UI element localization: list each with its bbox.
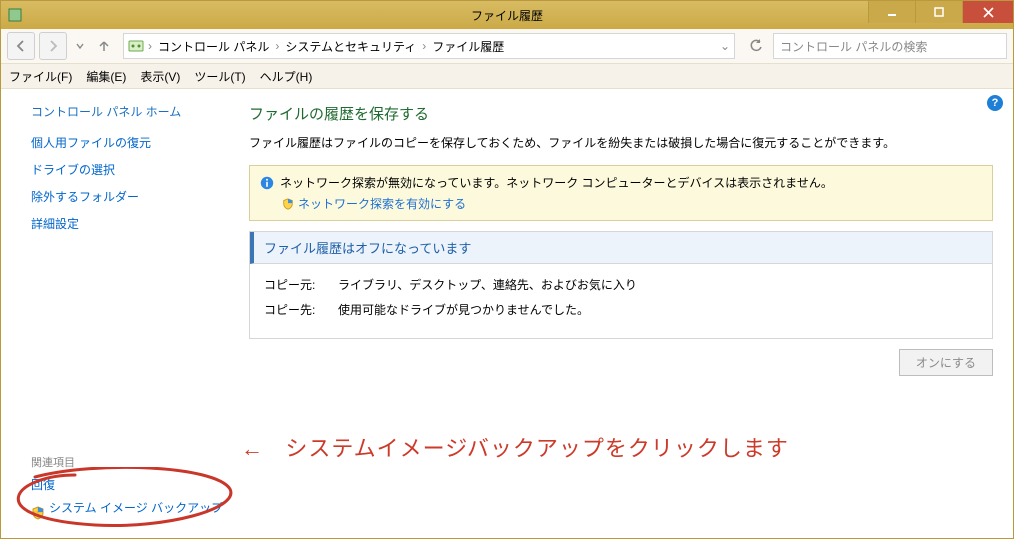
sidebar-item-select-drive[interactable]: ドライブの選択 (31, 161, 231, 178)
menu-file[interactable]: ファイル(F) (9, 68, 72, 85)
info-banner: ネットワーク探索が無効になっています。ネットワーク コンピューターとデバイスは表… (249, 165, 993, 221)
info-icon (260, 176, 274, 190)
turn-on-button[interactable]: オンにする (899, 349, 993, 376)
refresh-button[interactable] (743, 33, 769, 59)
annotation-label: システムイメージバックアップをクリックします (285, 436, 789, 461)
sidebar-item-restore[interactable]: 個人用ファイルの復元 (31, 134, 231, 151)
copy-to-label: コピー先: (264, 301, 320, 318)
maximize-button[interactable] (915, 1, 962, 23)
navbar: › コントロール パネル › システムとセキュリティ › ファイル履歴 ⌄ コン… (1, 29, 1013, 64)
annotation-text: ← システムイメージバックアップをクリックします (241, 431, 789, 463)
menu-view[interactable]: 表示(V) (140, 68, 180, 85)
body: コントロール パネル ホーム 個人用ファイルの復元 ドライブの選択 除外するフォ… (1, 89, 1013, 539)
crumb-file-history[interactable]: ファイル履歴 (430, 38, 506, 55)
address-dropdown-icon[interactable]: ⌄ (720, 39, 730, 53)
enable-network-discovery-link[interactable]: ネットワーク探索を有効にする (298, 195, 466, 212)
chevron-right-icon: › (148, 39, 152, 53)
breadcrumb[interactable]: › コントロール パネル › システムとセキュリティ › ファイル履歴 ⌄ (123, 33, 735, 59)
related-recovery[interactable]: 回復 (31, 476, 231, 493)
related-heading: 関連項目 (31, 454, 231, 470)
control-panel-icon (128, 38, 144, 54)
sidebar-item-exclude[interactable]: 除外するフォルダー (31, 188, 231, 205)
crumb-system-security[interactable]: システムとセキュリティ (283, 38, 418, 55)
file-history-window: ファイル履歴 › (0, 0, 1014, 539)
shield-icon (31, 506, 45, 520)
page-description: ファイル履歴はファイルのコピーを保存しておくため、ファイルを紛失または破損した場… (249, 134, 993, 151)
minimize-button[interactable] (868, 1, 915, 23)
chevron-right-icon: › (275, 39, 279, 53)
status-heading: ファイル履歴はオフになっています (250, 232, 992, 264)
search-input[interactable]: コントロール パネルの検索 (773, 33, 1007, 59)
back-button[interactable] (7, 32, 35, 60)
button-row: オンにする (249, 349, 993, 376)
sidebar-home[interactable]: コントロール パネル ホーム (31, 103, 231, 120)
copy-from-value: ライブラリ、デスクトップ、連絡先、およびお気に入り (338, 276, 637, 293)
menubar: ファイル(F) 編集(E) 表示(V) ツール(T) ヘルプ(H) (1, 64, 1013, 89)
copy-to-value: 使用可能なドライブが見つかりませんでした。 (338, 301, 589, 318)
window-title: ファイル履歴 (1, 7, 1013, 24)
window-buttons (868, 1, 1013, 29)
search-placeholder: コントロール パネルの検索 (780, 38, 927, 55)
menu-edit[interactable]: 編集(E) (86, 68, 126, 85)
close-button[interactable] (962, 1, 1013, 23)
app-icon (7, 7, 23, 23)
status-box: ファイル履歴はオフになっています コピー元: ライブラリ、デスクトップ、連絡先、… (249, 231, 993, 339)
copy-from-label: コピー元: (264, 276, 320, 293)
forward-button[interactable] (39, 32, 67, 60)
related-system-image-backup[interactable]: システム イメージ バックアップ (49, 499, 223, 516)
recent-dropdown[interactable] (71, 33, 89, 59)
titlebar: ファイル履歴 (1, 1, 1013, 29)
main-pane: ? ファイルの履歴を保存する ファイル履歴はファイルのコピーを保存しておくため、… (249, 89, 1013, 539)
shield-icon (282, 198, 294, 210)
annotation-arrow: ← (241, 436, 264, 461)
help-icon[interactable]: ? (987, 95, 1003, 111)
info-text: ネットワーク探索が無効になっています。ネットワーク コンピューターとデバイスは表… (280, 174, 833, 191)
sidebar-item-advanced[interactable]: 詳細設定 (31, 215, 231, 232)
chevron-right-icon: › (422, 39, 426, 53)
page-heading: ファイルの履歴を保存する (249, 103, 993, 124)
menu-help[interactable]: ヘルプ(H) (260, 68, 313, 85)
up-button[interactable] (93, 33, 115, 59)
crumb-control-panel[interactable]: コントロール パネル (156, 38, 271, 55)
menu-tools[interactable]: ツール(T) (194, 68, 245, 85)
sidebar: コントロール パネル ホーム 個人用ファイルの復元 ドライブの選択 除外するフォ… (1, 89, 249, 539)
